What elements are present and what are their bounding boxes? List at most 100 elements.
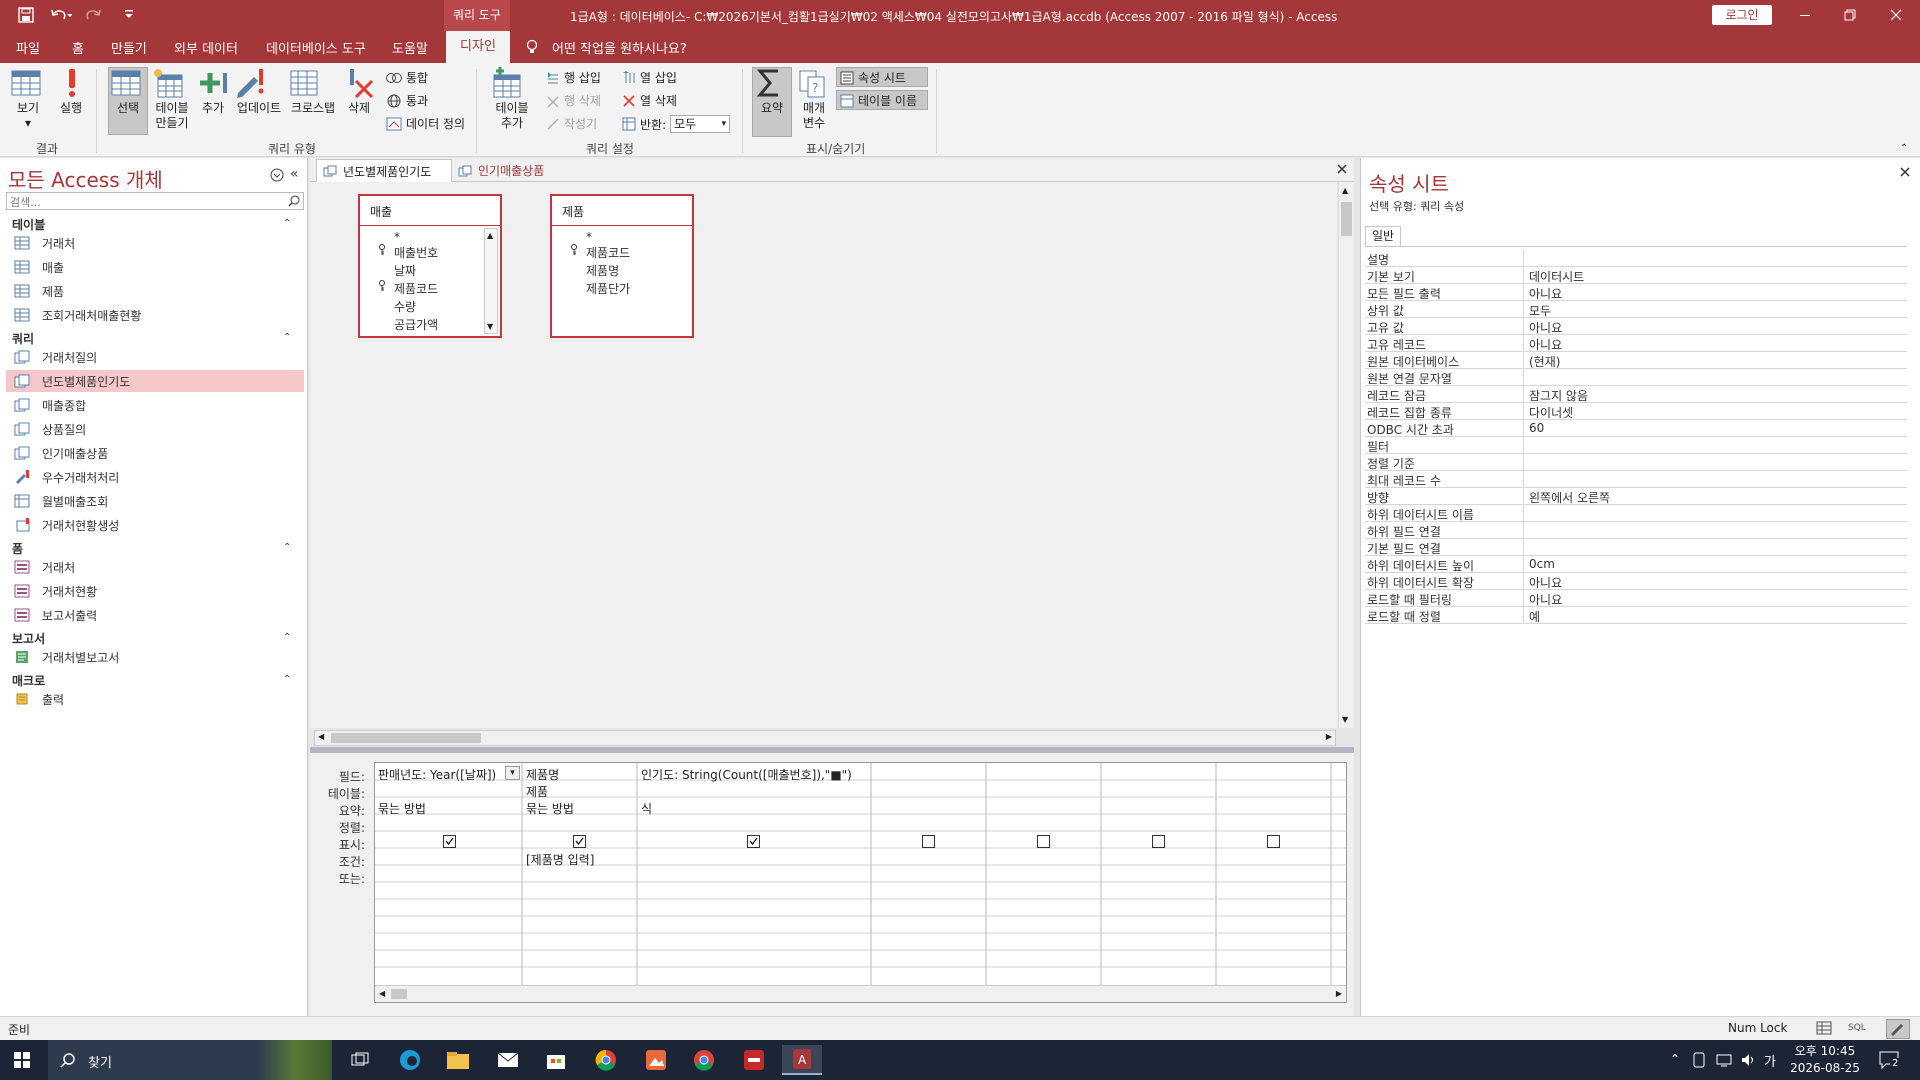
field-item[interactable]: * bbox=[586, 230, 592, 244]
delete-column-button[interactable]: 열 삭제 bbox=[622, 92, 677, 109]
field-item[interactable]: 제품명 bbox=[586, 262, 619, 279]
collapse-nav-icon[interactable]: « bbox=[290, 166, 299, 182]
property-row[interactable]: 고유 값 아니요 bbox=[1365, 318, 1907, 335]
table-names-button[interactable]: 테이블 이름 bbox=[840, 92, 917, 109]
task-view-icon[interactable] bbox=[340, 1045, 380, 1075]
chevron-up-icon[interactable]: ⌃ bbox=[283, 542, 291, 553]
property-value[interactable]: 다이너셋 bbox=[1529, 404, 1573, 421]
datasheet-view-icon[interactable] bbox=[1816, 1021, 1832, 1035]
field-item[interactable]: 제품단가 bbox=[586, 280, 630, 297]
doc-tab-active[interactable]: 년도별제품인기도 bbox=[316, 159, 452, 182]
minimize-icon[interactable] bbox=[1798, 8, 1812, 22]
network-icon[interactable] bbox=[1716, 1052, 1732, 1068]
nav-item-make-table-query[interactable]: 거래처현황생성 bbox=[6, 514, 304, 536]
field-list-products[interactable]: 제품 * 제품코드 제품명 제품단가 bbox=[550, 194, 694, 338]
property-value[interactable]: 아니요 bbox=[1529, 336, 1562, 353]
store-icon[interactable] bbox=[536, 1045, 576, 1075]
nav-item-query[interactable]: 인기매출상품 bbox=[6, 442, 304, 464]
chevron-up-icon[interactable]: ⌃ bbox=[283, 218, 291, 229]
canvas-horizontal-scrollbar[interactable]: ◀ ▶ bbox=[314, 730, 1336, 746]
field-item[interactable]: 공급가액 bbox=[394, 316, 438, 333]
add-table-button[interactable]: 테이블 추가 bbox=[490, 67, 534, 131]
property-row[interactable]: 설명 bbox=[1365, 250, 1907, 267]
redo-icon[interactable] bbox=[86, 7, 108, 23]
scroll-down-icon[interactable]: ▼ bbox=[1342, 715, 1348, 724]
scroll-up-icon[interactable]: ▲ bbox=[487, 231, 493, 240]
scroll-thumb[interactable] bbox=[391, 989, 407, 999]
crosstab-button[interactable]: 크로스탭 bbox=[288, 67, 338, 116]
property-row[interactable]: 하위 데이터시트 이름 bbox=[1365, 505, 1907, 522]
device-icon[interactable] bbox=[1692, 1052, 1706, 1068]
property-value[interactable]: 60 bbox=[1529, 421, 1544, 435]
delete-row-button[interactable]: 행 삭제 bbox=[546, 92, 601, 109]
property-row[interactable]: ODBC 시간 초과 60 bbox=[1365, 420, 1907, 437]
tab-file[interactable]: 파일 bbox=[16, 38, 40, 57]
property-value[interactable]: 아니요 bbox=[1529, 319, 1562, 336]
property-value[interactable]: 0cm bbox=[1529, 557, 1555, 571]
property-row[interactable]: 최대 레코드 수 bbox=[1365, 471, 1907, 488]
tab-external-data[interactable]: 외부 데이터 bbox=[174, 38, 238, 57]
insert-row-button[interactable]: 행 삽입 bbox=[546, 69, 601, 86]
windows-start-icon[interactable] bbox=[14, 1052, 30, 1068]
access-app-icon[interactable]: A bbox=[782, 1045, 822, 1075]
ime-indicator[interactable]: 가 bbox=[1764, 1051, 1776, 1070]
red-app-icon[interactable] bbox=[734, 1045, 774, 1075]
scroll-left-icon[interactable]: ◀ bbox=[379, 989, 385, 998]
field-item[interactable]: 제품코드 bbox=[586, 244, 630, 261]
property-value[interactable]: 아니요 bbox=[1529, 574, 1562, 591]
nav-item-table[interactable]: 거래처 bbox=[6, 232, 304, 254]
grid-show-checkbox[interactable] bbox=[443, 835, 456, 848]
login-button[interactable]: 로그인 bbox=[1712, 5, 1772, 25]
property-value[interactable]: 모두 bbox=[1529, 302, 1551, 319]
property-value[interactable]: 데이터시트 bbox=[1529, 268, 1584, 285]
nav-item-query-selected[interactable]: 년도별제품인기도 bbox=[6, 370, 304, 392]
union-button[interactable]: 통합 bbox=[386, 69, 428, 86]
grid-show-checkbox[interactable] bbox=[1152, 835, 1165, 848]
tab-general[interactable]: 일반 bbox=[1365, 226, 1401, 246]
grid-table-cell[interactable]: 제품 bbox=[526, 783, 634, 800]
grid-field-cell[interactable]: 판매년도: Year([날짜]) bbox=[378, 766, 502, 783]
property-value[interactable]: 잠그지 않음 bbox=[1529, 387, 1588, 404]
doc-tab[interactable]: 인기매출상품 bbox=[454, 159, 562, 182]
property-row[interactable]: 기본 보기 데이터시트 bbox=[1365, 267, 1907, 284]
nav-item-query[interactable]: 상품질의 bbox=[6, 418, 304, 440]
nav-item-query[interactable]: 거래처질의 bbox=[6, 346, 304, 368]
property-value[interactable]: 왼쪽에서 오른쪽 bbox=[1529, 489, 1610, 506]
nav-item-form[interactable]: 거래처 bbox=[6, 556, 304, 578]
nav-section-tables[interactable]: 테이블 bbox=[12, 216, 45, 233]
customize-qat-icon[interactable] bbox=[124, 9, 134, 21]
design-view-icon[interactable] bbox=[1886, 1019, 1910, 1039]
nav-item-macro[interactable]: 출력 bbox=[6, 688, 304, 710]
file-explorer-icon[interactable] bbox=[438, 1045, 478, 1075]
chevron-down-icon[interactable]: ▾ bbox=[505, 766, 520, 780]
delete-query-button[interactable]: 삭제 bbox=[344, 67, 374, 116]
tab-home[interactable]: 홈 bbox=[72, 38, 84, 57]
field-item[interactable]: 날짜 bbox=[394, 262, 416, 279]
grid-field-cell[interactable]: 인기도: String(Count([매출번호]),"■") bbox=[641, 766, 869, 783]
undo-icon[interactable] bbox=[50, 7, 72, 23]
field-item[interactable]: 매출번호 bbox=[394, 244, 438, 261]
image-app-icon[interactable] bbox=[636, 1045, 676, 1075]
show-hidden-icons[interactable]: ⌃ bbox=[1670, 1052, 1680, 1066]
append-button[interactable]: 추가 bbox=[198, 67, 228, 116]
property-row[interactable]: 하위 데이터시트 확장 아니요 bbox=[1365, 573, 1907, 590]
nav-section-forms[interactable]: 폼 bbox=[12, 540, 23, 557]
scroll-down-icon[interactable]: ▼ bbox=[487, 322, 493, 331]
grid-show-checkbox[interactable] bbox=[1267, 835, 1280, 848]
property-value[interactable]: 아니요 bbox=[1529, 591, 1562, 608]
nav-menu-icon[interactable] bbox=[270, 168, 284, 182]
nav-item-form[interactable]: 보고서출력 bbox=[6, 604, 304, 626]
nav-item-update-query[interactable]: 우수거래처처리 bbox=[6, 466, 304, 488]
grid-horizontal-scrollbar[interactable]: ◀ ▶ bbox=[375, 985, 1346, 1002]
grid-total-cell[interactable]: 묶는 방법 bbox=[526, 800, 634, 817]
tell-me-search[interactable]: 어떤 작업을 원하시나요? bbox=[552, 38, 687, 57]
nav-item-table[interactable]: 조회거래처매출현황 bbox=[6, 304, 304, 326]
scroll-thumb[interactable] bbox=[1341, 202, 1352, 236]
update-button[interactable]: 업데이트 bbox=[234, 67, 284, 116]
chevron-up-icon[interactable]: ⌃ bbox=[283, 674, 291, 685]
edge-browser-icon[interactable] bbox=[390, 1045, 430, 1075]
chevron-up-icon[interactable]: ⌃ bbox=[283, 332, 291, 343]
field-item[interactable]: 제품코드 bbox=[394, 280, 438, 297]
builder-button[interactable]: 작성기 bbox=[546, 115, 597, 132]
property-row[interactable]: 로드할 때 필터링 아니요 bbox=[1365, 590, 1907, 607]
